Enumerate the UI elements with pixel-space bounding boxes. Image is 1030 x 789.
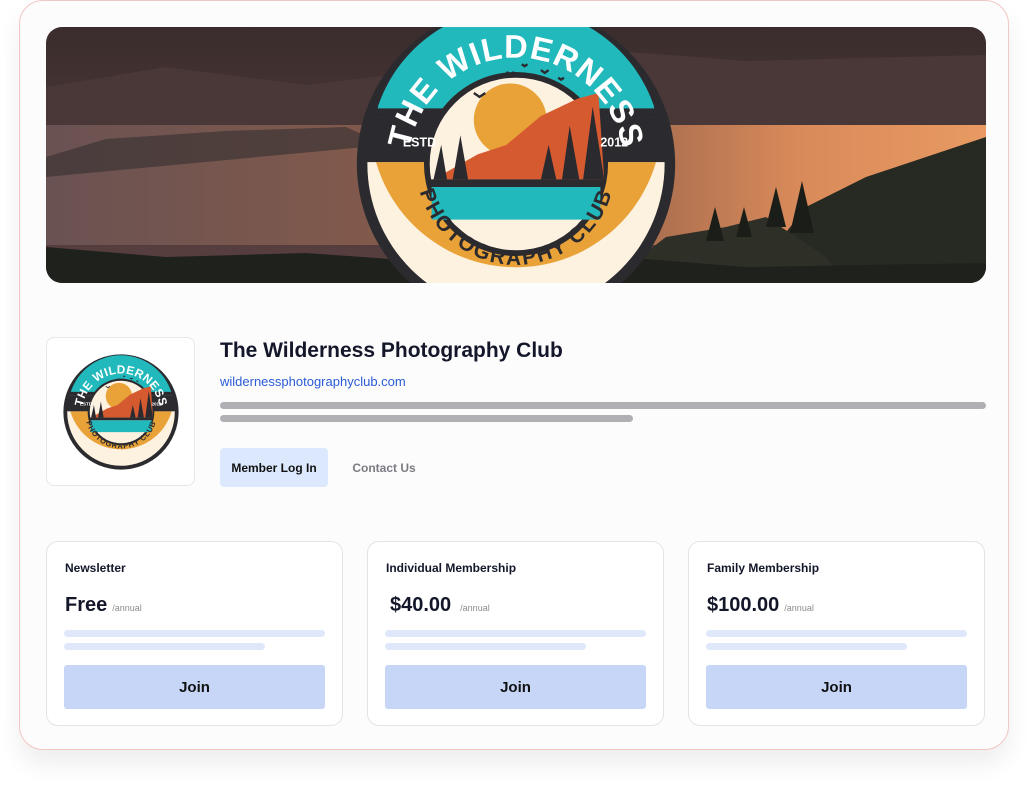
club-name-heading: The Wilderness Photography Club <box>220 339 563 362</box>
plan-period: /annual <box>460 603 490 613</box>
plan-card-newsletter: Newsletter Free /annual Join <box>46 541 343 726</box>
club-logo-icon: THE WILDERNESS PHOTOGRAPHY CLUB ESTD 201… <box>62 353 180 471</box>
plan-description-placeholder <box>385 630 646 637</box>
plan-name: Newsletter <box>65 561 126 575</box>
club-profile-card: THE WILDERNESS PHOTOGRAPHY CLUB ESTD 201… <box>19 0 1009 750</box>
plan-name: Family Membership <box>707 561 820 575</box>
plan-price-row: Free /annual <box>65 594 142 617</box>
plan-price: $40.00 <box>390 594 452 616</box>
landscape-photo: THE WILDERNESS PHOTOGRAPHY CLUB ESTD 201… <box>46 27 986 283</box>
plan-card-family: Family Membership $100.00 /annual Join <box>688 541 985 726</box>
plan-price: $100.00 <box>707 594 780 616</box>
contact-us-button[interactable]: Contact Us <box>337 448 431 487</box>
join-button[interactable]: Join <box>385 665 646 709</box>
logo-estd-label: ESTD <box>80 401 93 406</box>
cover-banner: THE WILDERNESS PHOTOGRAPHY CLUB ESTD 201… <box>46 27 986 283</box>
badge-estd-year: 2012 <box>600 136 628 150</box>
plan-price-row: $100.00 /annual <box>707 594 814 617</box>
join-button[interactable]: Join <box>64 665 325 709</box>
plan-period: /annual <box>112 603 142 613</box>
plan-description-placeholder <box>706 643 907 650</box>
plan-description-placeholder <box>64 643 265 650</box>
plan-description-placeholder <box>385 643 586 650</box>
plan-description-placeholder <box>706 630 967 637</box>
club-website-link[interactable]: wildernessphotographyclub.com <box>220 374 406 389</box>
plan-period: /annual <box>784 603 814 613</box>
plan-name: Individual Membership <box>386 561 517 575</box>
plan-card-individual: Individual Membership $40.00 /annual Joi… <box>367 541 664 726</box>
profile-logo: THE WILDERNESS PHOTOGRAPHY CLUB ESTD 201… <box>46 337 195 486</box>
badge-estd-label: ESTD <box>403 136 436 150</box>
join-button[interactable]: Join <box>706 665 967 709</box>
plan-price: Free <box>65 594 108 616</box>
description-placeholder-line <box>220 402 986 409</box>
member-login-button[interactable]: Member Log In <box>220 448 328 487</box>
description-placeholder-line <box>220 415 633 422</box>
plan-price-row: $40.00 /annual <box>390 594 490 617</box>
logo-estd-year: 2012 <box>151 401 162 406</box>
plan-description-placeholder <box>64 630 325 637</box>
